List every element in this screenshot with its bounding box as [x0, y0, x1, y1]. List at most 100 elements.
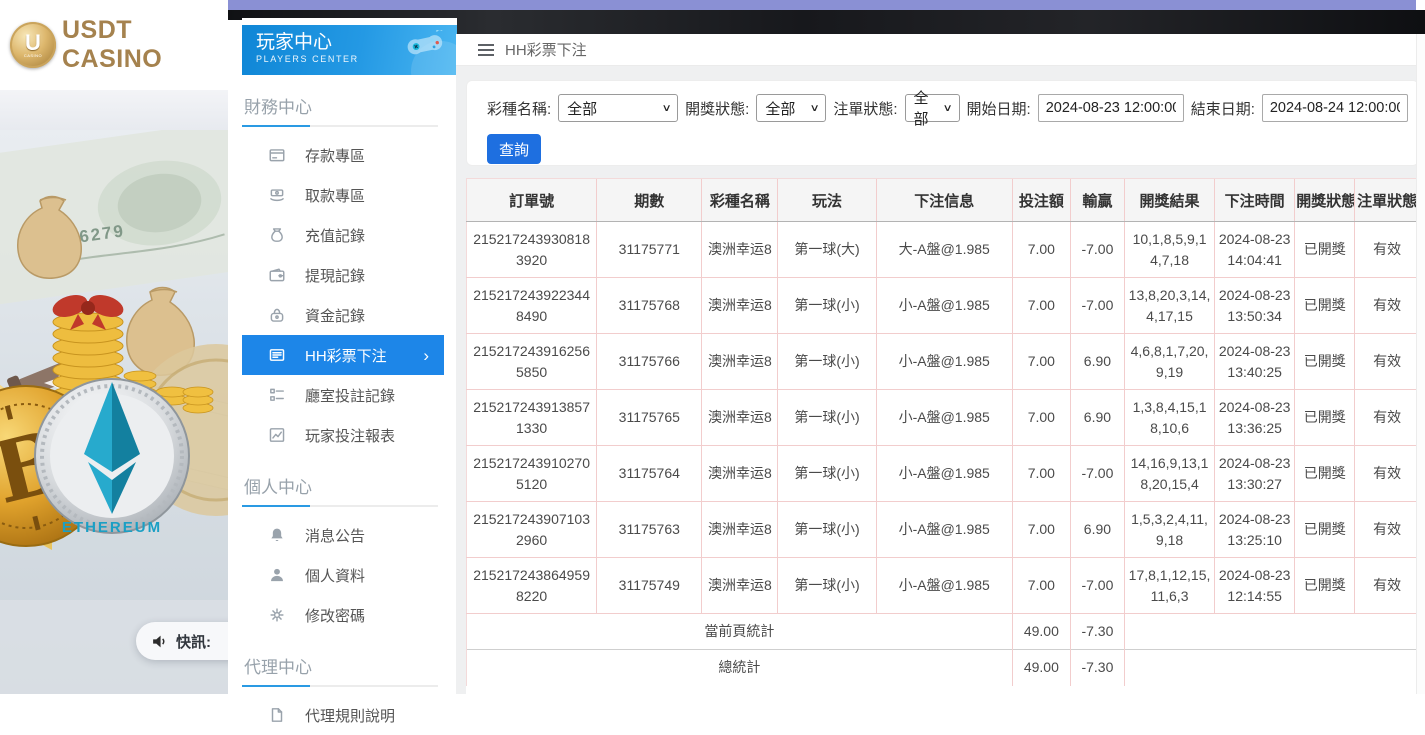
chevron-down-icon: ∨ — [661, 103, 671, 114]
table-cell: 澳洲幸运8 — [702, 222, 778, 278]
sidebar-item-password[interactable]: 修改密碼 — [242, 595, 457, 635]
table-cell: 已開獎 — [1295, 558, 1355, 614]
sidebar-item-agent-rules[interactable]: 代理規則說明 — [242, 695, 457, 735]
table-cell: 2024-08-23 13:25:10 — [1215, 502, 1295, 558]
table-cell: 31175763 — [597, 502, 702, 558]
table-cell: 2152172439138571330 — [467, 390, 597, 446]
column-header: 輸贏 — [1070, 179, 1124, 222]
table-row: 215217243930818392031175771澳洲幸运8第一球(大)大-… — [467, 222, 1420, 278]
logo-monogram: U — [25, 33, 41, 53]
table-cell: 第一球(小) — [778, 278, 876, 334]
deposit-card-icon — [268, 146, 286, 164]
logo-sub-text: CASINO — [24, 53, 42, 58]
summary-empty-cell — [1124, 650, 1419, 686]
bets-table-card: 訂單號期數彩種名稱玩法下注信息投注額輸贏開獎結果下注時間開獎狀態注單狀態 215… — [466, 178, 1419, 694]
summary-row: 當前頁統計49.00-7.30 — [467, 614, 1420, 650]
table-cell: 7.00 — [1012, 390, 1070, 446]
table-row: 215217243864959822031175749澳洲幸运8第一球(小)小-… — [467, 558, 1420, 614]
table-cell: 已開獎 — [1295, 278, 1355, 334]
table-cell: 第一球(小) — [778, 558, 876, 614]
lottery-name-label: 彩種名稱: — [487, 98, 551, 119]
table-cell: 已開獎 — [1295, 502, 1355, 558]
hamburger-menu-icon[interactable] — [478, 44, 494, 56]
sidebar: 玩家中心 PLAYERS CENTER 財務中心存款專區取款專區充值記錄提現記錄… — [242, 18, 457, 694]
sidebar-item-label: 代理規則說明 — [305, 705, 395, 726]
scrollbar[interactable] — [1416, 34, 1425, 694]
table-cell: 2024-08-23 13:50:34 — [1215, 278, 1295, 334]
filter-panel: 彩種名稱: 全部 ∨ 開獎狀態: 全部 ∨ 注單狀態: 全部 ∨ 開始日期: 結… — [466, 80, 1419, 166]
sidebar-item-lottery-bet[interactable]: HH彩票下注› — [242, 335, 444, 375]
table-cell: 2152172438649598220 — [467, 558, 597, 614]
bell-icon — [268, 526, 286, 544]
draw-status-select[interactable]: 全部 ∨ — [756, 94, 826, 122]
sidebar-item-label: 修改密碼 — [305, 605, 365, 626]
brand-logo[interactable]: U CASINO USDT CASINO — [0, 0, 228, 90]
bet-status-label: 注單狀態: — [833, 98, 897, 119]
column-header: 投注額 — [1012, 179, 1070, 222]
search-button[interactable]: 查詢 — [487, 134, 541, 164]
table-cell: 13,8,20,3,14,4,17,15 — [1124, 278, 1214, 334]
money-bag-icon — [268, 226, 286, 244]
table-cell: -7.00 — [1070, 222, 1124, 278]
summary-bet-total: 49.00 — [1012, 650, 1070, 686]
section-label: 財務中心 — [244, 93, 457, 118]
sidebar-item-label: 消息公告 — [305, 525, 365, 546]
end-date-input[interactable] — [1262, 94, 1408, 122]
end-date-label: 結束日期: — [1191, 98, 1255, 119]
table-cell: 2152172439071032960 — [467, 502, 597, 558]
column-header: 下注時間 — [1215, 179, 1295, 222]
sidebar-item-profile[interactable]: 個人資料 — [242, 555, 457, 595]
table-row: 215217243913857133031175765澳洲幸运8第一球(小)小-… — [467, 390, 1420, 446]
table-cell: 有效 — [1355, 222, 1419, 278]
brand-name: USDT CASINO — [62, 16, 228, 74]
table-header-row: 訂單號期數彩種名稱玩法下注信息投注額輸贏開獎結果下注時間開獎狀態注單狀態 — [467, 179, 1420, 222]
lottery-name-select[interactable]: 全部 ∨ — [558, 94, 678, 122]
table-cell: 2024-08-23 13:36:25 — [1215, 390, 1295, 446]
sidebar-item-withdraw[interactable]: 取款專區 — [242, 175, 457, 215]
table-cell: 7.00 — [1012, 334, 1070, 390]
column-header: 訂單號 — [467, 179, 597, 222]
table-cell: 1,3,8,4,15,18,10,6 — [1124, 390, 1214, 446]
section-divider — [242, 505, 438, 507]
column-header: 下注信息 — [876, 179, 1012, 222]
table-cell: 7.00 — [1012, 446, 1070, 502]
table-cell: 小-A盤@1.985 — [876, 390, 1012, 446]
table-cell: 4,6,8,1,7,20,9,19 — [1124, 334, 1214, 390]
table-cell: 31175771 — [597, 222, 702, 278]
bet-status-select[interactable]: 全部 ∨ — [905, 94, 960, 122]
table-cell: 6.90 — [1070, 334, 1124, 390]
sidebar-item-withdraw-record[interactable]: 提現記錄 — [242, 255, 457, 295]
sidebar-item-player-report[interactable]: 玩家投注報表 — [242, 415, 457, 455]
table-cell: 澳洲幸运8 — [702, 502, 778, 558]
table-cell: 2152172439223448490 — [467, 278, 597, 334]
table-cell: 6.90 — [1070, 502, 1124, 558]
start-date-input[interactable] — [1038, 94, 1184, 122]
table-row: 215217243907103296031175763澳洲幸运8第一球(小)小-… — [467, 502, 1420, 558]
summary-bet-total: 49.00 — [1012, 614, 1070, 650]
sidebar-item-news[interactable]: 消息公告 — [242, 515, 457, 555]
sidebar-item-label: 充值記錄 — [305, 225, 365, 246]
quick-news-bar[interactable]: 快訊: — [136, 622, 228, 660]
gamepad-icon — [403, 30, 449, 60]
column-header: 彩種名稱 — [702, 179, 778, 222]
gear-icon — [268, 606, 286, 624]
table-cell: 31175765 — [597, 390, 702, 446]
lottery-name-value: 全部 — [567, 98, 597, 119]
sidebar-item-funds-record[interactable]: 資金記錄 — [242, 295, 457, 335]
table-cell: 第一球(小) — [778, 390, 876, 446]
sidebar-item-recharge-record[interactable]: 充值記錄 — [242, 215, 457, 255]
top-purple-bar — [228, 0, 1416, 10]
table-cell: 第一球(小) — [778, 446, 876, 502]
report-chart-icon — [268, 426, 286, 444]
sidebar-item-label: 個人資料 — [305, 565, 365, 586]
table-cell: 有效 — [1355, 558, 1419, 614]
sidebar-item-hall-bet-record[interactable]: 廳室投註記錄 — [242, 375, 457, 415]
document-icon — [268, 706, 286, 724]
start-date-label: 開始日期: — [967, 98, 1031, 119]
sidebar-item-deposit[interactable]: 存款專區 — [242, 135, 457, 175]
column-header: 玩法 — [778, 179, 876, 222]
summary-winloss-total: -7.30 — [1070, 614, 1124, 650]
table-cell: 有效 — [1355, 278, 1419, 334]
table-cell: 7.00 — [1012, 502, 1070, 558]
table-cell: 小-A盤@1.985 — [876, 558, 1012, 614]
